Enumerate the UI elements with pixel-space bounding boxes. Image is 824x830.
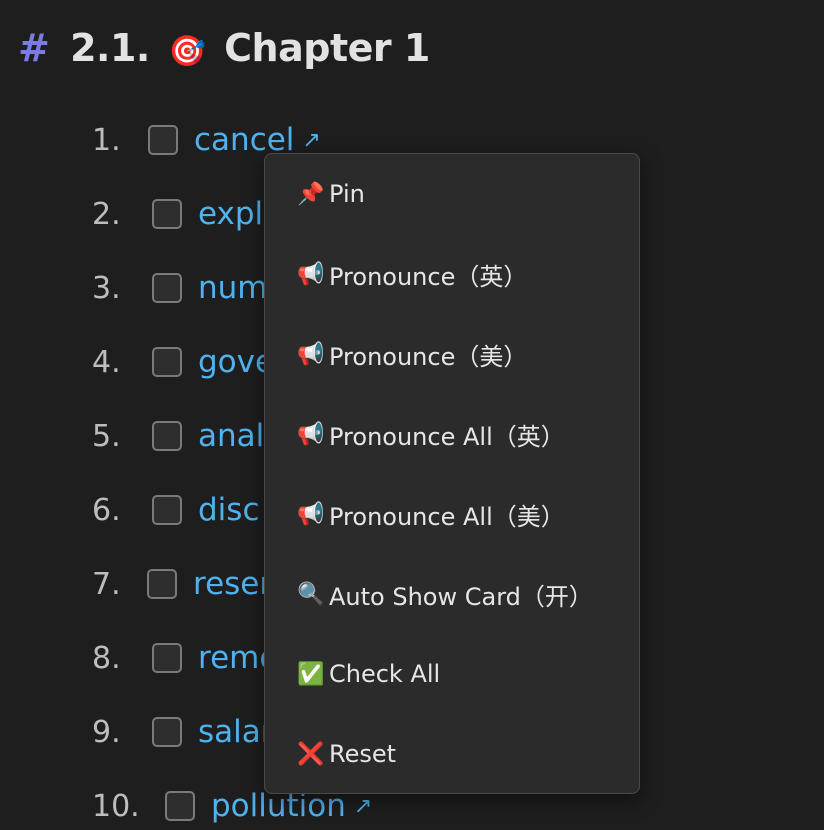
- cross-mark-icon: ❌: [297, 741, 325, 767]
- list-index: 7.: [92, 566, 121, 602]
- menu-item-pronounce-uk[interactable]: 📢 Pronounce（英）: [297, 254, 527, 294]
- menu-item-label: Pronounce（英）: [329, 262, 528, 291]
- word-checkbox[interactable]: [147, 569, 177, 599]
- menu-item-check-all[interactable]: ✅ Check All: [297, 654, 440, 694]
- list-item: 4. gove: [92, 342, 274, 382]
- menu-item-label: Pronounce All（英）: [329, 422, 565, 451]
- word-checkbox[interactable]: [152, 199, 182, 229]
- list-index: 4.: [92, 344, 121, 380]
- menu-item-pin[interactable]: 📌 Pin: [297, 174, 365, 214]
- word-checkbox[interactable]: [152, 273, 182, 303]
- menu-item-label: Pronounce（美）: [329, 342, 528, 371]
- pin-icon: 📌: [297, 181, 325, 207]
- list-item: 8. remo: [92, 638, 278, 678]
- list-item: 5. analy: [92, 416, 283, 456]
- target-icon: 🎯: [168, 34, 206, 69]
- list-item: 9. salar: [92, 712, 274, 752]
- menu-item-label: Reset: [329, 740, 397, 768]
- menu-item-auto-show-card[interactable]: 🔍 Auto Show Card（开）: [297, 574, 593, 614]
- word-link[interactable]: gove: [198, 344, 274, 380]
- menu-item-label: Check All: [329, 660, 441, 688]
- magnifier-icon: 🔍: [297, 581, 325, 607]
- list-index: 3.: [92, 270, 121, 306]
- external-link-icon[interactable]: ↗: [354, 794, 372, 819]
- external-link-icon[interactable]: ↗: [302, 128, 320, 153]
- word-checkbox[interactable]: [152, 495, 182, 525]
- context-menu: 📌 Pin 📢 Pronounce（英） 📢 Pronounce（美） 📢 Pr…: [264, 153, 640, 794]
- check-mark-icon: ✅: [297, 661, 325, 687]
- megaphone-icon: 📢: [297, 341, 325, 367]
- word-link[interactable]: disc: [198, 492, 260, 528]
- menu-item-pronounce-all-uk[interactable]: 📢 Pronounce All（英）: [297, 414, 565, 454]
- page-heading: # 2.1. 🎯 Chapter 1: [18, 26, 430, 70]
- list-index: 6.: [92, 492, 121, 528]
- menu-item-label: Pronounce All（美）: [329, 502, 565, 531]
- list-index: 8.: [92, 640, 121, 676]
- list-item: 3. num: [92, 268, 268, 308]
- list-item: 7. reser: [92, 564, 272, 604]
- menu-item-label: Auto Show Card（开）: [329, 582, 593, 611]
- word-checkbox[interactable]: [152, 421, 182, 451]
- list-index: 2.: [92, 196, 121, 232]
- menu-item-reset[interactable]: ❌ Reset: [297, 734, 396, 774]
- word-checkbox[interactable]: [152, 717, 182, 747]
- word-checkbox[interactable]: [165, 791, 195, 821]
- word-link[interactable]: reser: [193, 566, 272, 602]
- list-index: 5.: [92, 418, 121, 454]
- heading-number: 2.1.: [70, 26, 150, 70]
- megaphone-icon: 📢: [297, 421, 325, 447]
- megaphone-icon: 📢: [297, 501, 325, 527]
- word-link[interactable]: salar: [198, 714, 274, 750]
- heading-title: Chapter 1: [224, 26, 430, 70]
- word-checkbox[interactable]: [148, 125, 178, 155]
- list-item: 6. disc: [92, 490, 260, 530]
- megaphone-icon: 📢: [297, 261, 325, 287]
- list-index: 9.: [92, 714, 121, 750]
- menu-item-label: Pin: [329, 180, 365, 208]
- word-checkbox[interactable]: [152, 643, 182, 673]
- word-link[interactable]: num: [198, 270, 268, 306]
- menu-item-pronounce-all-us[interactable]: 📢 Pronounce All（美）: [297, 494, 565, 534]
- menu-item-pronounce-us[interactable]: 📢 Pronounce（美）: [297, 334, 527, 374]
- list-index: 10.: [92, 788, 140, 824]
- list-index: 1.: [92, 122, 121, 158]
- heading-hash: #: [18, 26, 50, 70]
- word-checkbox[interactable]: [152, 347, 182, 377]
- list-item: 2. exple: [92, 194, 282, 234]
